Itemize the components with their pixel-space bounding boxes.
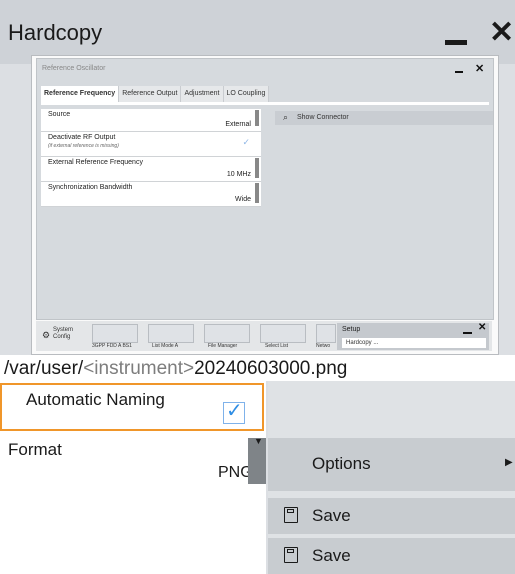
preview-tabs: Reference Frequency Reference Output Adj… bbox=[41, 86, 270, 102]
format-dropdown-button[interactable]: ▼ bbox=[248, 436, 266, 484]
preview-thumbnail-label: Netwo bbox=[316, 343, 331, 349]
options-button[interactable]: Options ▶ bbox=[268, 438, 515, 491]
preview-dialog-title: Reference Oscillator bbox=[42, 65, 106, 72]
format-label: Format bbox=[8, 440, 62, 459]
preview-row-value: 10 MHz bbox=[226, 171, 251, 178]
preview-close-icon: ✕ bbox=[475, 63, 485, 75]
preview-thumbnail-label: 3GPP FDD A BS1 bbox=[92, 343, 132, 349]
preview-row-label: Deactivate RF Output bbox=[48, 134, 116, 141]
automatic-naming-label: Automatic Naming bbox=[26, 390, 165, 409]
magnifier-icon: ⌕ bbox=[283, 112, 289, 122]
preview-row-label: Source bbox=[48, 111, 71, 118]
preview-thumbnail bbox=[148, 324, 194, 343]
preview-thumbnail bbox=[204, 324, 250, 343]
system-config-line1: System bbox=[53, 327, 74, 333]
preview-show-connector-button: ⌕ Show Connector bbox=[275, 111, 493, 125]
preview-tab-reference-output: Reference Output bbox=[119, 86, 182, 102]
preview-setup-minimize-icon bbox=[463, 332, 472, 334]
preview-row-value: External bbox=[225, 121, 251, 128]
preview-dialog: Reference Oscillator ✕ Reference Frequen… bbox=[36, 58, 494, 320]
preview-setup-menu: Setup ✕ Hardcopy ... bbox=[337, 322, 489, 350]
save-button[interactable]: Save bbox=[268, 498, 515, 534]
preview-setup-close-icon: ✕ bbox=[478, 322, 487, 333]
file-path: /var/user/<instrument>20240603000.png bbox=[4, 358, 347, 380]
preview-row-label: External Reference Frequency bbox=[48, 159, 143, 166]
gear-icon: ⚙ bbox=[42, 330, 51, 340]
hardcopy-dialog: Hardcopy ✕ Reference Oscillator ✕ Refere… bbox=[0, 0, 515, 574]
preview-row-ext-ref-freq: External Reference Frequency 10 MHz bbox=[41, 157, 261, 182]
dialog-title: Hardcopy bbox=[8, 20, 103, 45]
checkmark-icon: ✓ bbox=[226, 400, 243, 422]
minimize-icon[interactable] bbox=[445, 40, 467, 45]
automatic-naming-checkbox[interactable]: ✓ bbox=[223, 400, 245, 424]
path-suffix: 20240603000.png bbox=[194, 358, 348, 379]
preview-tab-reference-frequency: Reference Frequency bbox=[41, 86, 120, 102]
preview-setup-title: Setup bbox=[342, 326, 361, 333]
screenshot-preview: Reference Oscillator ✕ Reference Frequen… bbox=[31, 55, 499, 355]
preview-thumbnail bbox=[260, 324, 306, 343]
preview-minimize-icon bbox=[455, 71, 463, 73]
preview-row-sublabel: (if external reference is missing) bbox=[48, 143, 119, 149]
preview-setup-item: Hardcopy ... bbox=[342, 338, 486, 348]
preview-show-connector-label: Show Connector bbox=[297, 114, 349, 121]
preview-thumbnail bbox=[92, 324, 138, 343]
system-config-line2: Config bbox=[53, 334, 71, 340]
file-path-field[interactable]: /var/user/<instrument>20240603000.png bbox=[0, 355, 515, 381]
preview-dropdown-icon bbox=[255, 183, 259, 203]
preview-row-value: Wide bbox=[235, 196, 251, 203]
preview-row-deactivate-rf: Deactivate RF Output (if external refere… bbox=[41, 132, 261, 157]
preview-thumbnail bbox=[316, 324, 336, 343]
floppy-disk-icon bbox=[284, 547, 298, 563]
preview-row-source: Source External bbox=[41, 109, 261, 132]
preview-thumbnail-label: List Mode A bbox=[152, 343, 179, 349]
close-icon[interactable]: ✕ bbox=[489, 18, 514, 48]
automatic-naming-row[interactable]: Automatic Naming ✓ bbox=[0, 383, 264, 431]
path-placeholder: <instrument> bbox=[83, 358, 195, 379]
preview-dropdown-icon bbox=[255, 110, 259, 126]
preview-tab-lo-coupling: LO Coupling bbox=[223, 86, 270, 102]
preview-tab-adjustment: Adjustment bbox=[181, 86, 224, 102]
preview-tab-underline bbox=[41, 102, 489, 105]
chevron-down-icon: ▼ bbox=[254, 436, 263, 446]
path-prefix: /var/user/ bbox=[4, 358, 84, 379]
format-dropdown[interactable]: Format PNG ▼ bbox=[0, 434, 266, 484]
chevron-right-icon: ▶ bbox=[505, 457, 513, 468]
save-label: Save bbox=[312, 546, 351, 565]
preview-check-icon: ✓ bbox=[242, 137, 250, 147]
save-label: Save bbox=[312, 506, 351, 525]
preview-system-config: ⚙ System Config bbox=[42, 327, 76, 347]
preview-row-sync-bandwidth: Synchronization Bandwidth Wide bbox=[41, 182, 261, 207]
preview-row-label: Synchronization Bandwidth bbox=[48, 184, 133, 191]
preview-dropdown-icon bbox=[255, 158, 259, 178]
preview-taskbar: ⚙ System Config 3GPP FDD A BS1 List Mode… bbox=[36, 321, 492, 351]
save-button-2[interactable]: Save bbox=[268, 538, 515, 574]
options-label: Options bbox=[312, 454, 371, 473]
preview-thumbnail-label: Select List bbox=[265, 343, 289, 349]
preview-thumbnail-label: File Manager bbox=[208, 343, 238, 349]
floppy-disk-icon bbox=[284, 507, 298, 523]
